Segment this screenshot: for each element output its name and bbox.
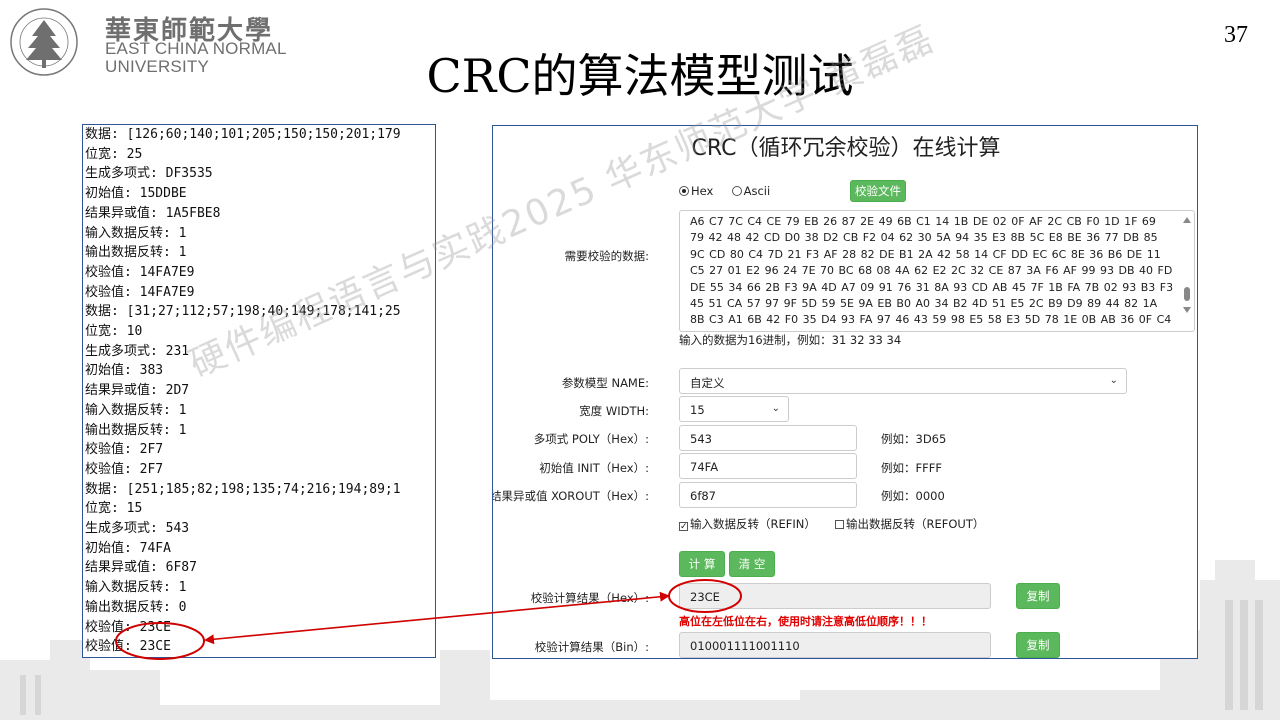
init-example: 例如：FFFF <box>881 461 942 475</box>
console-line: 数据: [126;60;140;101;205;150;150;201;179 <box>85 127 401 142</box>
scroll-down-arrow-icon[interactable] <box>1183 307 1191 313</box>
init-input[interactable]: 74FA <box>679 453 857 479</box>
model-label: 参数模型 NAME: <box>561 376 649 390</box>
console-line: 位宽: 25 <box>85 146 143 162</box>
clear-button[interactable]: 清 空 <box>729 551 775 577</box>
radio-empty-icon <box>731 186 742 196</box>
chevron-down-icon: ⌄ <box>1109 375 1118 386</box>
poly-label: 多项式 POLY（Hex）: <box>533 432 649 446</box>
ascii-radio[interactable]: Ascii <box>731 184 770 198</box>
console-line: 数据: [251;185;82;198;135;74;216;194;89;1 <box>85 481 401 497</box>
console-line: 校验值: 23CE <box>85 619 171 635</box>
console-output-panel: 数据: [126;60;140;101;205;150;150;201;179 … <box>82 124 436 658</box>
scroll-up-arrow-icon[interactable] <box>1183 217 1191 223</box>
console-line: 结果异或值: 6F87 <box>85 560 197 576</box>
console-line: 初始值: 15DDBE <box>85 186 187 202</box>
chevron-down-icon: ⌄ <box>771 403 780 414</box>
console-line: 校验值: 23CE <box>85 639 171 655</box>
console-line: 校验值: 2F7 <box>85 461 164 477</box>
console-line: 输入数据反转: 1 <box>85 580 187 596</box>
refin-checkbox[interactable]: ✓ 输入数据反转（REFIN） <box>679 516 816 532</box>
width-label: 宽度 WIDTH: <box>579 404 649 418</box>
console-line: 校验值: 2F7 <box>85 442 164 458</box>
result-bin-output[interactable]: 010001111001110 <box>679 632 991 658</box>
console-line: 结果异或值: 2D7 <box>85 383 190 399</box>
radio-selected-icon <box>679 186 689 196</box>
input-format-radios: Hex Ascii <box>679 184 770 198</box>
console-line: 位宽: 15 <box>85 501 143 517</box>
model-select[interactable]: 自定义 ⌄ <box>679 368 1127 394</box>
console-line: 初始值: 74FA <box>85 540 171 556</box>
slide-title: CRC的算法模型测试 <box>426 49 854 103</box>
copy-bin-button[interactable]: 复制 <box>1016 632 1060 658</box>
result-hex-label: 校验计算结果（Hex）: <box>530 591 649 605</box>
refout-checkbox[interactable]: 输出数据反转（REFOUT） <box>835 516 984 532</box>
compute-button[interactable]: 计 算 <box>679 551 725 577</box>
console-line: 初始值: 383 <box>85 363 164 379</box>
data-label: 需要校验的数据: <box>564 249 649 263</box>
result-hex-output[interactable]: 23CE <box>679 583 991 609</box>
xorout-example: 例如：0000 <box>881 489 945 503</box>
console-line: 输入数据反转: 1 <box>85 225 187 241</box>
width-select[interactable]: 15 ⌄ <box>679 396 789 422</box>
checkbox-checked-icon: ✓ <box>679 522 688 532</box>
xorout-input[interactable]: 6f87 <box>679 482 857 508</box>
check-file-button[interactable]: 校验文件 <box>850 180 906 202</box>
console-line: 生成多项式: 543 <box>85 521 190 537</box>
bit-order-warning: 高位在左低位在右，使用时请注意高低位顺序！！！ <box>679 615 932 628</box>
console-line: 结果异或值: 1A5FBE8 <box>85 205 221 221</box>
hex-radio[interactable]: Hex <box>679 184 713 198</box>
console-line: 输入数据反转: 1 <box>85 402 187 418</box>
scroll-thumb[interactable] <box>1184 287 1190 301</box>
xorout-label: 结果异或值 XOROUT（Hex）: <box>492 489 649 503</box>
copy-hex-button[interactable]: 复制 <box>1016 583 1060 609</box>
data-hint: 输入的数据为16进制，例如：31 32 33 34 <box>679 333 902 347</box>
data-textarea[interactable]: A6 C7 7C C4 CE 79 EB 26 87 2E 49 6B C1 1… <box>679 210 1195 332</box>
console-line: 输出数据反转: 1 <box>85 422 187 438</box>
console-line: 输出数据反转: 0 <box>85 599 187 615</box>
poly-input[interactable]: 543 <box>679 425 857 451</box>
checkbox-empty-icon <box>835 520 844 529</box>
result-bin-label: 校验计算结果（Bin）: <box>534 640 649 654</box>
init-label: 初始值 INIT（Hex）: <box>539 461 649 475</box>
poly-example: 例如：3D65 <box>881 432 947 446</box>
textarea-scrollbar[interactable] <box>1182 217 1192 327</box>
console-line: 生成多项式: DF3535 <box>85 166 213 182</box>
